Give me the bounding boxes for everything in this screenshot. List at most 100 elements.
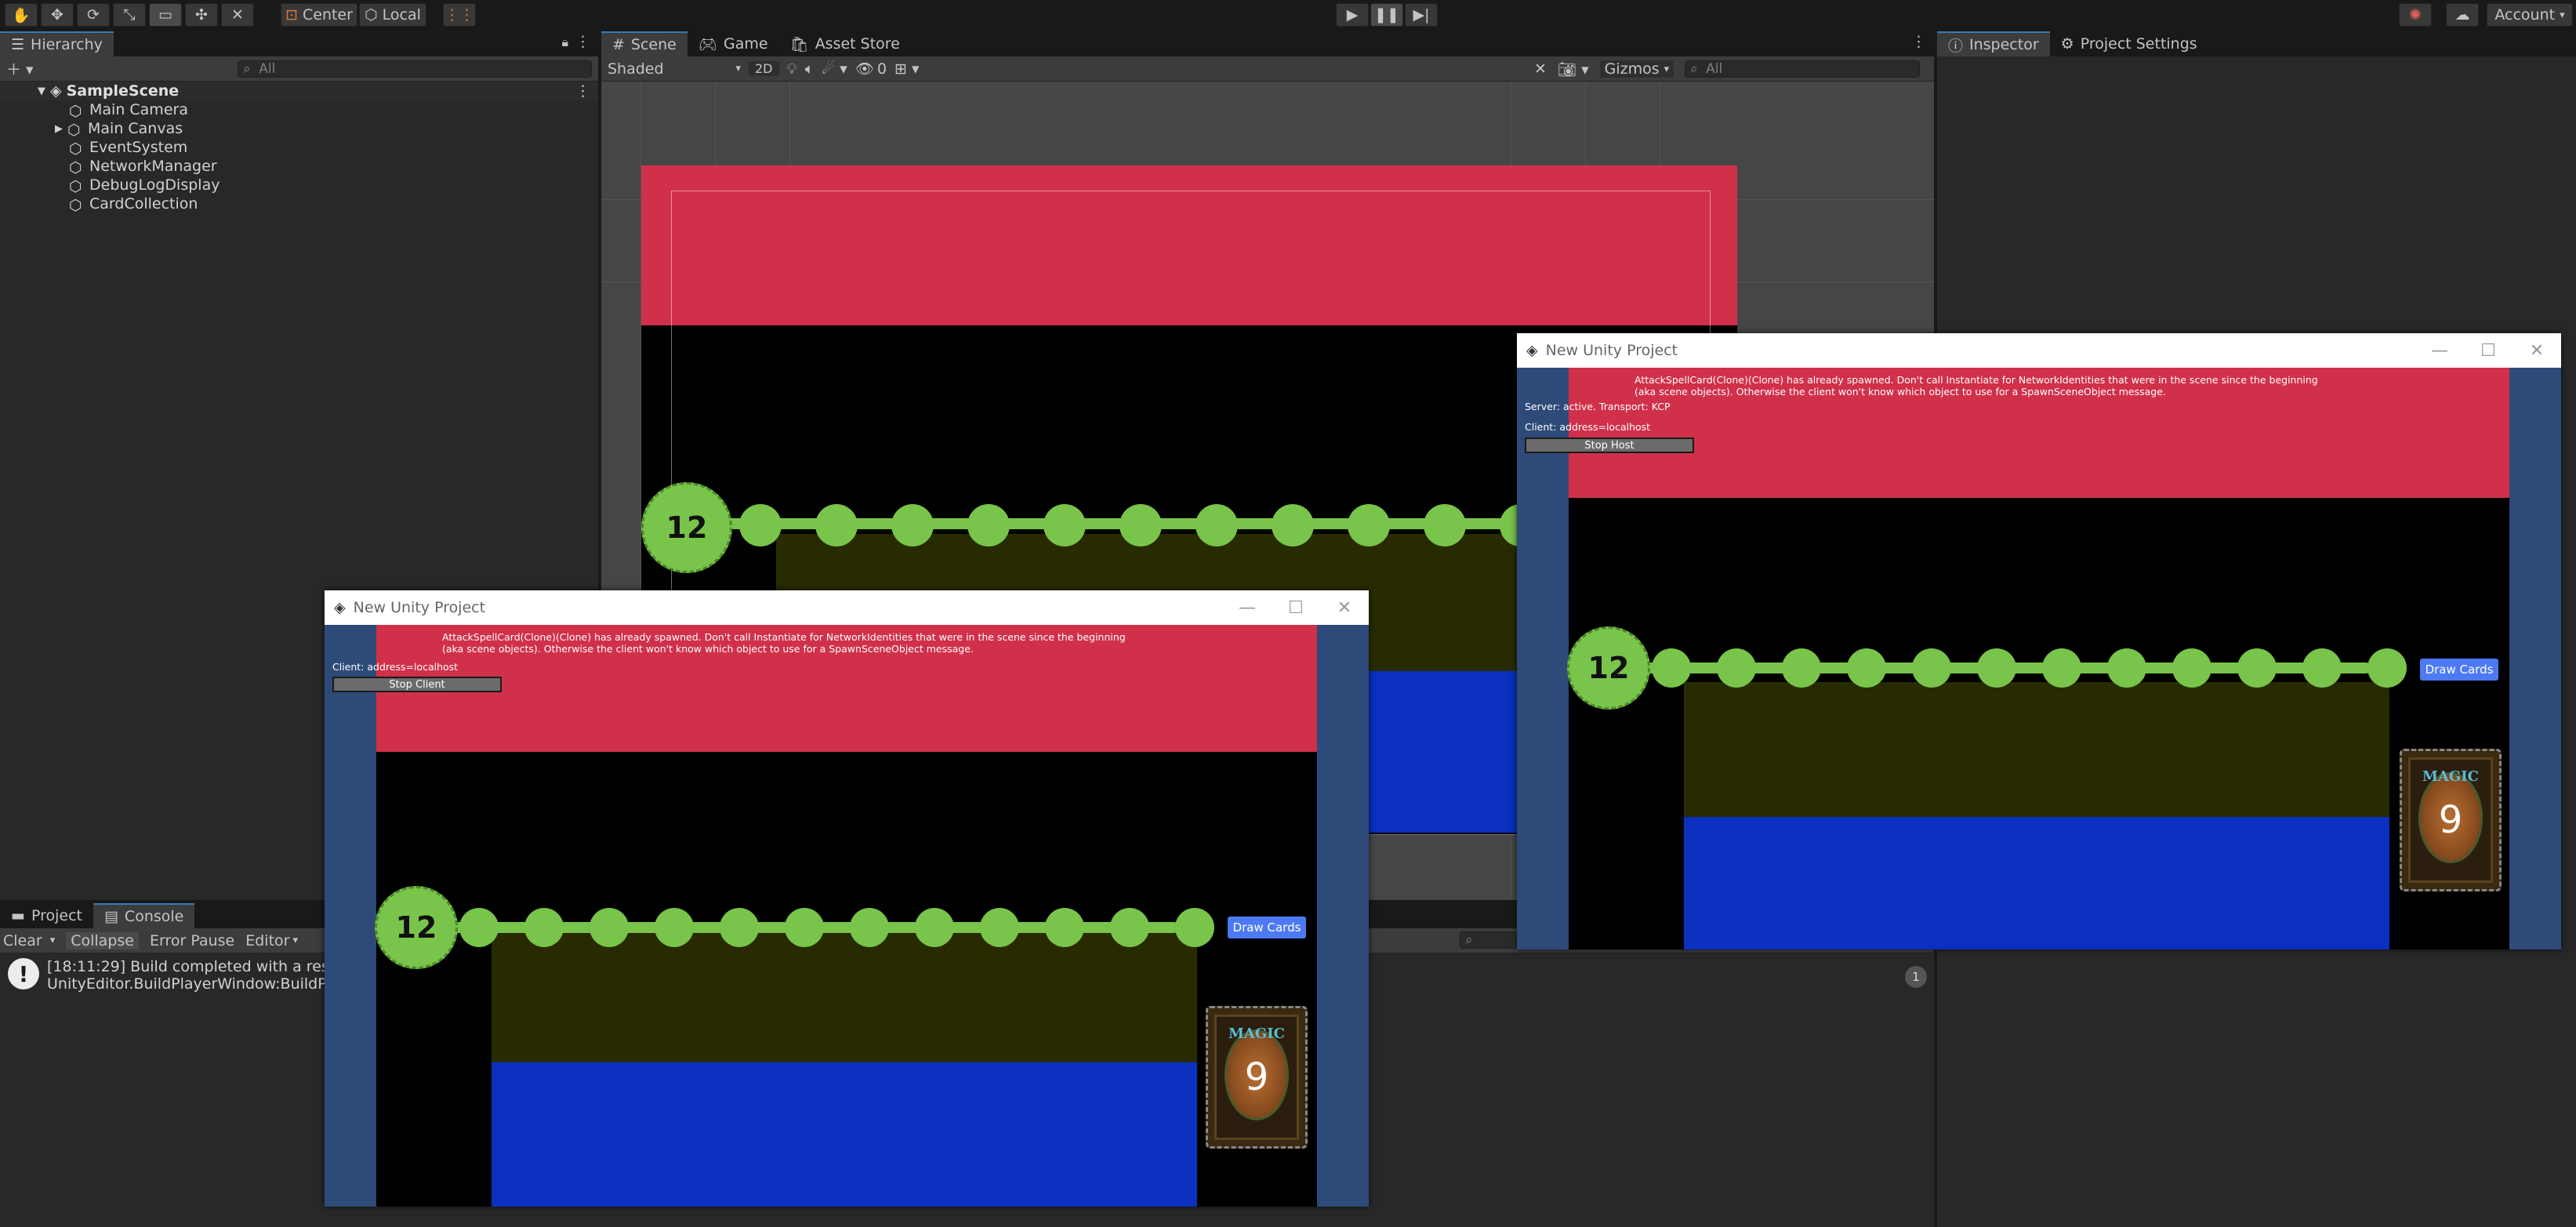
expand-arrow-icon[interactable]: ▶ xyxy=(55,123,63,135)
chevron-down-icon: ▾ xyxy=(735,63,741,74)
inspector-tabbar: ⓘ Inspector ⚙ Project Settings xyxy=(1937,31,2576,56)
audio-icon[interactable]: 🔈︎ xyxy=(805,60,814,78)
scene-dot xyxy=(1272,504,1314,546)
grid-snap-icon[interactable]: ⋮⋮ xyxy=(443,3,476,27)
tab-hierarchy[interactable]: ☰ Hierarchy xyxy=(0,31,114,56)
scene-search-input[interactable]: ⌕ All xyxy=(1685,60,1921,78)
tab-scene[interactable]: # Scene xyxy=(601,31,688,56)
tab-asset-store[interactable]: 🛍︎ Asset Store xyxy=(779,31,911,56)
step-icon[interactable]: ▶| xyxy=(1405,3,1438,27)
scene-row[interactable]: ▼ ◈ SampleScene ⋮ xyxy=(0,82,598,100)
scene-counter-circle: 12 xyxy=(641,482,732,573)
stop-host-button[interactable]: Stop Host xyxy=(1525,437,1694,453)
tab-asset-store-label: Asset Store xyxy=(815,35,900,53)
collapse-toggle[interactable]: Collapse xyxy=(66,931,139,949)
rect-tool-icon[interactable]: ▭ xyxy=(149,3,182,27)
log-entry[interactable]: ! [18:11:29] Build completed with a resu… xyxy=(8,958,362,993)
panel-menu-icon[interactable]: ⋮ xyxy=(575,33,590,50)
shading-mode-dropdown[interactable]: Shaded ▾ xyxy=(608,60,741,78)
transform-tool-icon[interactable]: ✣ xyxy=(185,3,218,27)
close-icon[interactable]: ✕ xyxy=(2513,341,2561,361)
host-message-line-2: (aka scene objects). Otherwise the clien… xyxy=(1634,386,2166,398)
tab-game[interactable]: 🎮︎ Game xyxy=(688,31,779,56)
scene-dot xyxy=(815,504,858,546)
rotate-tool-icon[interactable]: ⟳ xyxy=(77,3,110,27)
hierarchy-item[interactable]: ⬡ NetworkManager xyxy=(38,157,598,176)
error-pause-toggle[interactable]: Error Pause xyxy=(150,932,234,949)
effects-icon[interactable]: ☄ ▾ xyxy=(822,60,847,78)
hierarchy-tree: ▼ ◈ SampleScene ⋮ ⬡ Main Camera ▶ ⬡ Main Ca… xyxy=(0,82,598,214)
host-error-message: AttackSpellCard(Clone)(Clone) has alread… xyxy=(1634,374,2318,398)
tab-inspector[interactable]: ⓘ Inspector xyxy=(1937,31,2050,56)
tab-console[interactable]: ▤ Console xyxy=(93,903,195,928)
hierarchy-item[interactable]: ⬡ Main Camera xyxy=(38,100,598,120)
scene-search-placeholder: All xyxy=(1706,61,1723,77)
host-card-deck[interactable]: MAGIC 9 xyxy=(2400,749,2502,891)
minimize-icon[interactable]: — xyxy=(1223,598,1272,618)
hierarchy-item[interactable]: ⬡ CardCollection xyxy=(38,194,598,214)
gameobject-icon: ⬡ xyxy=(69,103,82,120)
log-line-2: UnityEditor.BuildPlayerWindow:BuildPlay xyxy=(47,975,349,993)
hierarchy-item-label: CardCollection xyxy=(89,195,198,212)
hierarchy-searchbar: ＋ ▾ ⌕ All xyxy=(0,56,598,82)
client-draw-cards-button[interactable]: Draw Cards xyxy=(1228,917,1306,938)
tab-project[interactable]: ▬ Project xyxy=(0,903,93,928)
minimize-icon[interactable]: — xyxy=(2415,341,2464,361)
editor-dropdown[interactable]: Editor ▾ xyxy=(245,932,298,949)
client-window-titlebar[interactable]: ◈ New Unity Project — ☐ ✕ xyxy=(325,590,1369,625)
clear-dropdown[interactable]: Clear ▾ xyxy=(3,932,55,949)
client-olive-area xyxy=(492,928,1197,1062)
maximize-icon[interactable]: ☐ xyxy=(1272,598,1320,618)
host-dot xyxy=(1977,648,2016,688)
client-dot xyxy=(915,908,954,947)
stop-client-button[interactable]: Stop Client xyxy=(332,677,502,692)
hierarchy-item[interactable]: ▶ ⬡ Main Canvas xyxy=(38,119,598,139)
move-tool-icon[interactable]: ✥ xyxy=(41,3,74,27)
tools-icon[interactable]: ✕ xyxy=(1534,60,1547,78)
grid-icon: # xyxy=(612,36,625,53)
pivot-local-button[interactable]: ⬡ Local xyxy=(359,3,426,27)
search-icon: ⌕ xyxy=(1465,932,1473,948)
collab-icon[interactable]: ✺ xyxy=(2399,3,2432,27)
hand-tool-icon[interactable]: ✋ xyxy=(5,3,38,27)
tool-group: ✋ ✥ ⟳ ⤡ ▭ ✣ ✕ xyxy=(5,3,254,27)
console-icon: ▤ xyxy=(103,908,118,925)
hierarchy-item[interactable]: ⬡ EventSystem xyxy=(38,138,598,158)
client-right-bar xyxy=(1317,625,1369,1207)
gizmos-dropdown[interactable]: Gizmos ▾ xyxy=(1599,60,1674,78)
hierarchy-item[interactable]: ⬡ DebugLogDisplay xyxy=(38,176,598,195)
tab-project-label: Project xyxy=(31,907,82,924)
lock-icon[interactable]: 🔒︎ xyxy=(561,34,568,50)
gear-icon: ⚙ xyxy=(2060,35,2074,53)
host-draw-cards-button[interactable]: Draw Cards xyxy=(2420,659,2498,681)
play-icon[interactable]: ▶ xyxy=(1336,3,1369,27)
grid-snap-icon[interactable]: ⊞ ▾ xyxy=(894,60,920,78)
camera-icon[interactable]: 📷︎ ▾ xyxy=(1558,60,1589,78)
clear-label: Clear xyxy=(3,931,42,949)
cloud-icon[interactable]: ☁ xyxy=(2446,3,2479,27)
maximize-icon[interactable]: ☐ xyxy=(2464,341,2513,361)
scale-tool-icon[interactable]: ⤡ xyxy=(113,3,146,27)
scene-menu-icon[interactable]: ⋮ xyxy=(575,82,590,100)
scene-dot xyxy=(1195,504,1238,546)
pivot-center-button[interactable]: ⊡ Center xyxy=(281,3,357,27)
host-client-status-text: Client: address=localhost xyxy=(1525,421,1651,433)
client-card-deck[interactable]: MAGIC 9 xyxy=(1206,1006,1308,1149)
pause-icon[interactable]: ❚❚ xyxy=(1370,3,1403,27)
host-game-window: ◈ New Unity Project — ☐ ✕ AttackSpellCar… xyxy=(1517,333,2561,949)
scene-name: SampleScene xyxy=(66,82,180,100)
custom-tool-icon[interactable]: ✕ xyxy=(221,3,254,27)
add-object-button[interactable]: ＋ ▾ xyxy=(6,58,37,79)
host-window-titlebar[interactable]: ◈ New Unity Project — ☐ ✕ xyxy=(1517,333,2561,368)
account-button[interactable]: Account ▾ xyxy=(2487,3,2573,27)
close-icon[interactable]: ✕ xyxy=(1320,598,1369,618)
tab-project-settings[interactable]: ⚙ Project Settings xyxy=(2050,31,2208,56)
hierarchy-search-input[interactable]: ⌕ All xyxy=(238,60,592,78)
mode-2d-toggle[interactable]: 2D xyxy=(749,61,779,76)
hidden-objects-toggle[interactable]: 👁︎ 0 xyxy=(855,60,887,78)
panel-menu-icon[interactable]: ⋮ xyxy=(1911,33,1926,50)
lighting-icon[interactable]: 💡︎ xyxy=(787,60,797,78)
error-icon: ! xyxy=(8,958,39,989)
hierarchy-item-label: DebugLogDisplay xyxy=(89,176,220,194)
client-counter-value: 12 xyxy=(395,910,437,945)
